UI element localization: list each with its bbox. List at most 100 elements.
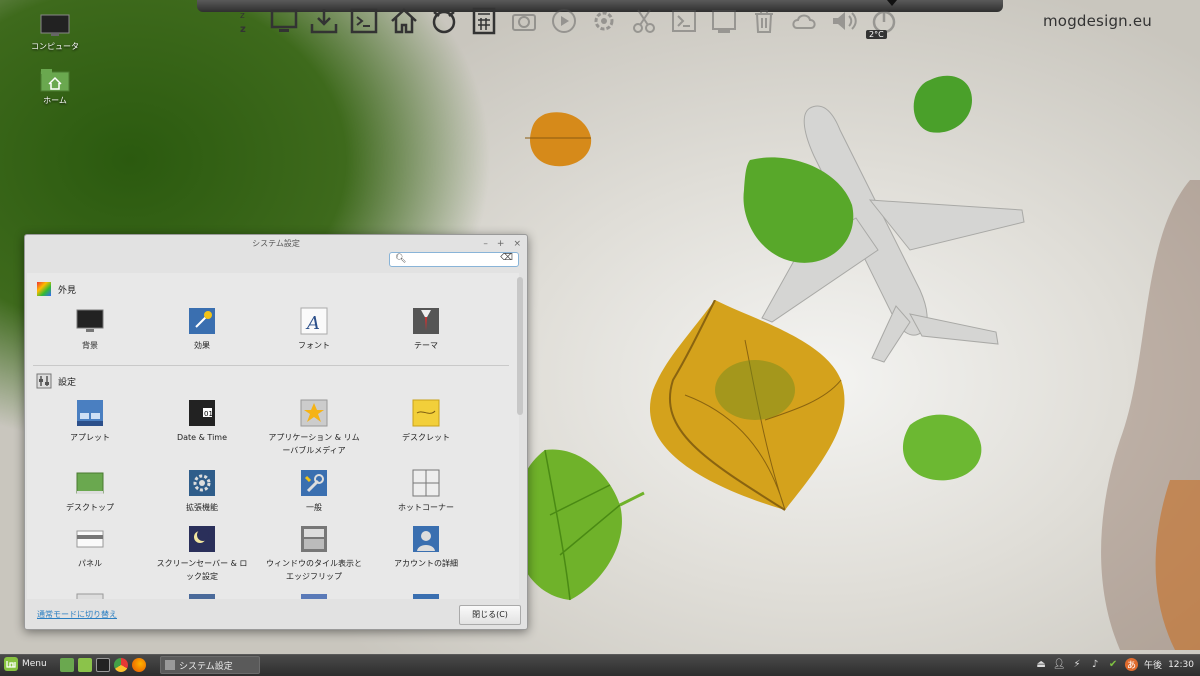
clock-ampm: 午後 — [1144, 661, 1163, 671]
camera-icon[interactable] — [508, 3, 540, 39]
chrome-icon[interactable] — [114, 658, 128, 672]
settings-item-screensaver[interactable]: スクリーンセーバー & ロ ック設定 — [147, 525, 257, 583]
settings-item-label: アカウントの詳細 — [394, 559, 458, 568]
applets-icon — [76, 399, 104, 427]
settings-item-partial[interactable] — [35, 593, 145, 599]
monitor-icon[interactable] — [268, 3, 300, 39]
window-controls: – + × — [483, 235, 521, 253]
desktop-icon-label: コンピュータ — [31, 42, 79, 51]
terminal-icon[interactable] — [96, 658, 110, 672]
settings-item-window-tiling[interactable]: ウィンドウのタイル表示と エッジフリップ — [259, 525, 369, 583]
network-icon[interactable]: ⚡︎ — [1071, 659, 1083, 671]
screensaver-icon — [188, 525, 216, 553]
screenshot-icon[interactable] — [668, 3, 700, 39]
maximize-icon[interactable]: + — [497, 235, 505, 253]
media-icon[interactable] — [548, 3, 580, 39]
update-shield-icon[interactable]: ✔ — [1107, 659, 1119, 671]
settings-icon[interactable] — [588, 3, 620, 39]
settings-item-label: スクリーンセーバー & ロ ック設定 — [156, 559, 248, 581]
settings-item-desklets[interactable]: デスクレット — [371, 399, 481, 444]
partial-icon — [300, 593, 328, 599]
settings-item-partial[interactable] — [259, 593, 369, 599]
green-leaf-wallpaper — [514, 449, 645, 601]
trash-icon[interactable] — [748, 3, 780, 39]
switch-normal-mode-link[interactable]: 通常モードに切り替え — [37, 609, 117, 620]
settings-item-account[interactable]: アカウントの詳細 — [371, 525, 481, 570]
settings-item-panel[interactable]: パネル — [35, 525, 145, 570]
sleep-icon[interactable]: zz — [228, 3, 260, 39]
search-box[interactable]: 🔍︎ ⌫ — [389, 252, 519, 267]
partial-icon — [76, 593, 104, 599]
volume-icon[interactable]: ♪ — [1089, 659, 1101, 671]
svg-text:A: A — [305, 313, 320, 334]
svg-text:z: z — [240, 11, 245, 21]
volume-icon[interactable] — [828, 3, 860, 39]
close-button[interactable]: 閉じる(C) — [459, 605, 521, 625]
desktop-icon-label: ホーム — [43, 96, 67, 105]
weather-temperature: 2°C — [866, 30, 887, 39]
settings-item-themes[interactable]: テーマ — [371, 307, 481, 352]
section-title: 設定 — [58, 377, 77, 388]
scrollbar-thumb[interactable] — [517, 277, 523, 415]
settings-item-extensions[interactable]: 拡張機能 — [147, 469, 257, 514]
files-icon[interactable] — [78, 658, 92, 672]
effects-icon — [188, 307, 216, 335]
user-icon[interactable]: 👤︎ — [1053, 659, 1066, 671]
settings-item-hot-corners[interactable]: ホットコーナー — [371, 469, 481, 514]
settings-item-label: 背景 — [82, 341, 98, 350]
settings-item-date-time[interactable]: 01 Date & Time — [147, 399, 257, 444]
mint-logo-icon — [4, 657, 18, 671]
eject-icon[interactable]: ⏏ — [1035, 659, 1047, 671]
svg-text:01: 01 — [204, 410, 213, 418]
minimize-icon[interactable]: – — [483, 235, 488, 253]
section-header-appearance: 外見 — [36, 281, 76, 297]
photo-icon[interactable] — [708, 3, 740, 39]
desktop-icon-computer[interactable]: コンピュータ — [25, 14, 85, 52]
desktop-icon-home[interactable]: ホーム — [25, 68, 85, 106]
taskbar-window-label: システム設定 — [179, 661, 233, 672]
settings-item-label: 効果 — [194, 341, 210, 350]
download-icon[interactable] — [308, 3, 340, 39]
home-icon[interactable] — [388, 3, 420, 39]
firefox-icon[interactable] — [132, 658, 146, 672]
clear-search-icon[interactable]: ⌫ — [500, 253, 513, 263]
show-desktop-icon[interactable] — [60, 658, 74, 672]
settings-item-partial[interactable] — [371, 593, 481, 599]
settings-item-effects[interactable]: 効果 — [147, 307, 257, 352]
settings-item-desktop[interactable]: デスクトップ — [35, 469, 145, 514]
settings-item-partial[interactable] — [147, 593, 257, 599]
desklets-icon — [412, 399, 440, 427]
taskbar-window-button[interactable]: システム設定 — [160, 656, 260, 674]
yellow-leaf-wallpaper — [649, 300, 845, 511]
general-icon — [300, 469, 328, 497]
preferences-icon — [36, 373, 52, 389]
settings-item-label: 拡張機能 — [186, 503, 218, 512]
close-icon[interactable]: × — [513, 235, 521, 253]
green-leaf-mid-wallpaper — [743, 157, 854, 263]
green-leaf-small-wallpaper — [913, 75, 972, 133]
settings-item-applets[interactable]: アプレット — [35, 399, 145, 444]
settings-item-label: デスクレット — [402, 433, 450, 442]
scissors-icon[interactable] — [628, 3, 660, 39]
browser-icon[interactable] — [428, 3, 460, 39]
settings-item-label: Date & Time — [176, 433, 228, 442]
settings-item-label: テーマ — [414, 341, 438, 350]
calculator-icon[interactable] — [468, 3, 500, 39]
partial-icon — [412, 593, 440, 599]
window-tiling-icon — [300, 525, 328, 553]
terminal-icon[interactable] — [348, 3, 380, 39]
clock[interactable]: 12:30 — [1168, 660, 1194, 670]
search-input[interactable] — [408, 254, 502, 265]
settings-item-removable-media[interactable]: アプリケーション & リム ーバブルメディア — [259, 399, 369, 457]
bottom-taskbar: Menu システム設定 ⏏ 👤︎ ⚡︎ ♪ ✔ あ 午後 12:30 — [0, 654, 1200, 676]
computer-icon — [40, 14, 70, 38]
settings-item-background[interactable]: 背景 — [35, 307, 145, 352]
settings-item-fonts[interactable]: A フォント — [259, 307, 369, 352]
menu-button[interactable]: Menu — [4, 657, 47, 671]
orange-leaf-wallpaper — [525, 112, 592, 167]
appearance-icon — [37, 282, 51, 296]
settings-item-general[interactable]: 一般 — [259, 469, 369, 514]
ime-indicator[interactable]: あ — [1125, 658, 1139, 671]
menu-label: Menu — [22, 659, 47, 669]
window-titlebar[interactable]: システム設定 – + × — [25, 235, 527, 253]
